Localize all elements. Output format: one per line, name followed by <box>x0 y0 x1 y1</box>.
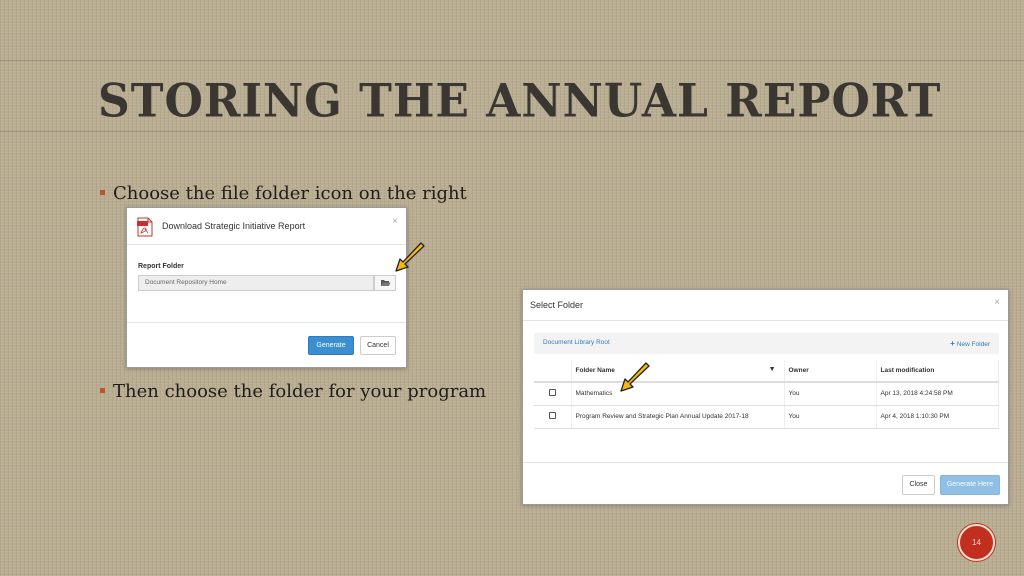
modified-cell: Apr 4, 2018 1:10:30 PM <box>876 405 999 429</box>
column-header-last-modification[interactable]: Last modification <box>876 360 999 383</box>
report-folder-label: Report Folder <box>138 263 184 270</box>
report-folder-field[interactable]: Document Repository Home <box>138 275 374 291</box>
column-header-folder-name[interactable]: Folder Name ▼ <box>571 360 785 383</box>
row-select-cell <box>534 382 572 406</box>
callout-arrow-icon <box>620 362 650 392</box>
pdf-file-icon <box>137 217 153 237</box>
bullet-square-icon <box>100 387 105 393</box>
slide-title: STORING THE ANNUAL REPORT <box>98 74 942 129</box>
slide-number-badge: 14 <box>958 524 995 561</box>
dialog-footer <box>523 462 1008 463</box>
breadcrumb: Document Library Root + New Folder <box>534 333 999 354</box>
close-icon[interactable]: × <box>994 297 1000 308</box>
folder-picker-button[interactable] <box>374 275 396 291</box>
dialog-header: Download Strategic Initiative Report × <box>127 208 406 245</box>
sort-caret-down-icon[interactable]: ▼ <box>769 366 776 373</box>
plus-icon: + <box>950 339 955 348</box>
breadcrumb-root-link[interactable]: Document Library Root <box>543 339 610 346</box>
bullet-choose-folder: Then choose the folder for your program <box>100 381 486 402</box>
bullet-text: Choose the file folder icon on the right <box>113 183 467 204</box>
select-column-header <box>534 360 572 383</box>
folder-name-link[interactable]: Program Review and Strategic Plan Annual… <box>571 405 785 429</box>
callout-arrow-icon <box>395 242 425 272</box>
owner-cell: You <box>784 405 877 429</box>
folder-table: Folder Name ▼ Owner Last modification Mat… <box>534 360 999 429</box>
new-folder-button[interactable]: + New Folder <box>950 339 990 348</box>
close-button[interactable]: Close <box>902 475 935 495</box>
folder-name-link[interactable]: Mathematics <box>571 382 785 406</box>
download-report-dialog: Download Strategic Initiative Report × R… <box>126 207 407 368</box>
row-checkbox[interactable] <box>548 389 556 397</box>
select-folder-dialog: Select Folder × Document Library Root + … <box>522 289 1009 505</box>
generate-here-button[interactable]: Generate Here <box>940 475 1000 495</box>
divider <box>523 320 1008 321</box>
owner-cell: You <box>784 382 877 406</box>
column-header-owner[interactable]: Owner <box>784 360 877 383</box>
new-folder-label: New Folder <box>956 341 990 348</box>
row-select-cell <box>534 405 572 429</box>
dialog-title: Select Folder <box>530 300 584 310</box>
bullet-square-icon <box>100 189 105 195</box>
column-header-label: Folder Name <box>575 367 615 374</box>
bullet-text: Then choose the folder for your program <box>113 381 487 402</box>
cancel-button[interactable]: Cancel <box>360 336 396 355</box>
dialog-title: Download Strategic Initiative Report <box>162 221 306 231</box>
generate-button[interactable]: Generate <box>308 336 354 355</box>
folder-open-icon <box>381 280 391 286</box>
row-checkbox[interactable] <box>548 412 556 419</box>
table-header-row: Folder Name ▼ Owner Last modification <box>534 360 999 383</box>
bullet-choose-folder-icon: Choose the file folder icon on the right <box>100 183 467 204</box>
table-row[interactable]: Mathematics You Apr 13, 2018 4:24:58 PM <box>534 382 999 406</box>
close-icon[interactable]: × <box>392 216 398 227</box>
table-row[interactable]: Program Review and Strategic Plan Annual… <box>534 405 999 429</box>
modified-cell: Apr 13, 2018 4:24:58 PM <box>876 382 999 406</box>
